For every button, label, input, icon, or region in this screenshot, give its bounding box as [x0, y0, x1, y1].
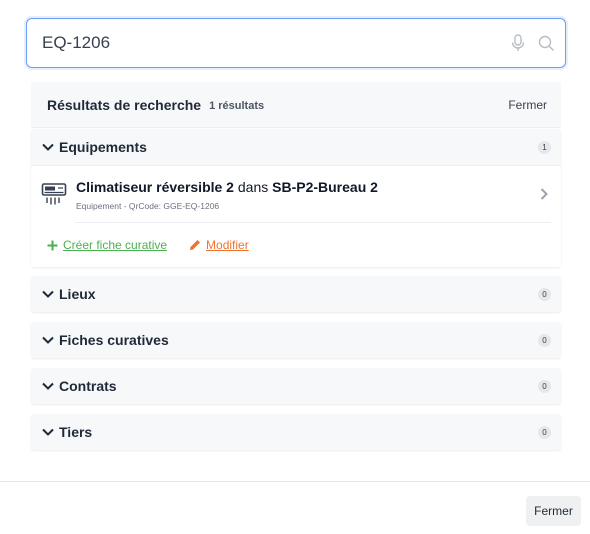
section-title: Lieux: [59, 286, 96, 302]
section-lieux: Lieux 0: [31, 276, 561, 312]
count-badge: 0: [538, 425, 551, 439]
section-header-lieux[interactable]: Lieux 0: [31, 276, 561, 312]
plus-icon: [47, 240, 58, 250]
result-item-subtitle: Equipement - QrCode: GGE-EQ-1206: [76, 200, 220, 211]
section-header-fiches-curatives[interactable]: Fiches curatives 0: [31, 322, 561, 358]
results-header: Résultats de recherche 1 résultats Ferme…: [31, 82, 561, 128]
section-header-contrats[interactable]: Contrats 0: [31, 368, 561, 404]
section-title: Equipements: [59, 139, 147, 155]
section-title: Contrats: [59, 378, 117, 394]
location-name: SB-P2-Bureau 2: [272, 178, 378, 195]
section-title: Tiers: [59, 424, 93, 440]
section-title: Fiches curatives: [59, 332, 169, 348]
chevron-down-icon: [42, 143, 54, 151]
microphone-icon[interactable]: [510, 34, 526, 52]
air-conditioner-icon: [41, 183, 67, 205]
section-fiches-curatives: Fiches curatives 0: [31, 322, 561, 358]
chevron-down-icon: [42, 290, 54, 298]
count-badge: 1: [538, 140, 551, 154]
result-item[interactable]: Climatiseur réversible 2 dans SB-P2-Bure…: [31, 166, 561, 222]
results-title: Résultats de recherche: [47, 96, 202, 113]
section-contrats: Contrats 0: [31, 368, 561, 404]
search-icon[interactable]: [538, 35, 555, 52]
count-badge: 0: [538, 333, 551, 347]
chevron-right-icon: [540, 188, 548, 200]
search-input[interactable]: [42, 33, 510, 53]
footer-divider: [0, 481, 590, 482]
equipment-name: Climatiseur réversible 2: [76, 178, 234, 195]
item-actions: Créer fiche curative Modifier: [31, 223, 561, 267]
section-tiers: Tiers 0: [31, 414, 561, 450]
result-item-title: Climatiseur réversible 2 dans SB-P2-Bure…: [76, 178, 537, 196]
edit-link[interactable]: Modifier: [189, 238, 249, 252]
edit-label: Modifier: [206, 238, 249, 252]
chevron-down-icon: [42, 336, 54, 344]
footer-close-button[interactable]: Fermer: [526, 496, 581, 526]
count-badge: 0: [538, 379, 551, 393]
count-badge: 0: [538, 287, 551, 301]
create-curative-link[interactable]: Créer fiche curative: [47, 238, 167, 252]
section-header-tiers[interactable]: Tiers 0: [31, 414, 561, 450]
create-curative-label: Créer fiche curative: [63, 238, 168, 252]
section-body: Climatiseur réversible 2 dans SB-P2-Bure…: [31, 165, 561, 267]
pencil-icon: [190, 240, 201, 250]
section-equipements: Equipements 1 Climatiseur réversible 2 d…: [31, 129, 561, 267]
search-box[interactable]: [26, 18, 566, 68]
section-header-equipements[interactable]: Equipements 1: [31, 129, 561, 165]
results-close-button[interactable]: Fermer: [508, 98, 547, 112]
location-connector: dans: [233, 178, 273, 195]
chevron-down-icon: [42, 428, 54, 436]
results-count: 1 résultats: [209, 99, 265, 112]
chevron-down-icon: [42, 382, 54, 390]
